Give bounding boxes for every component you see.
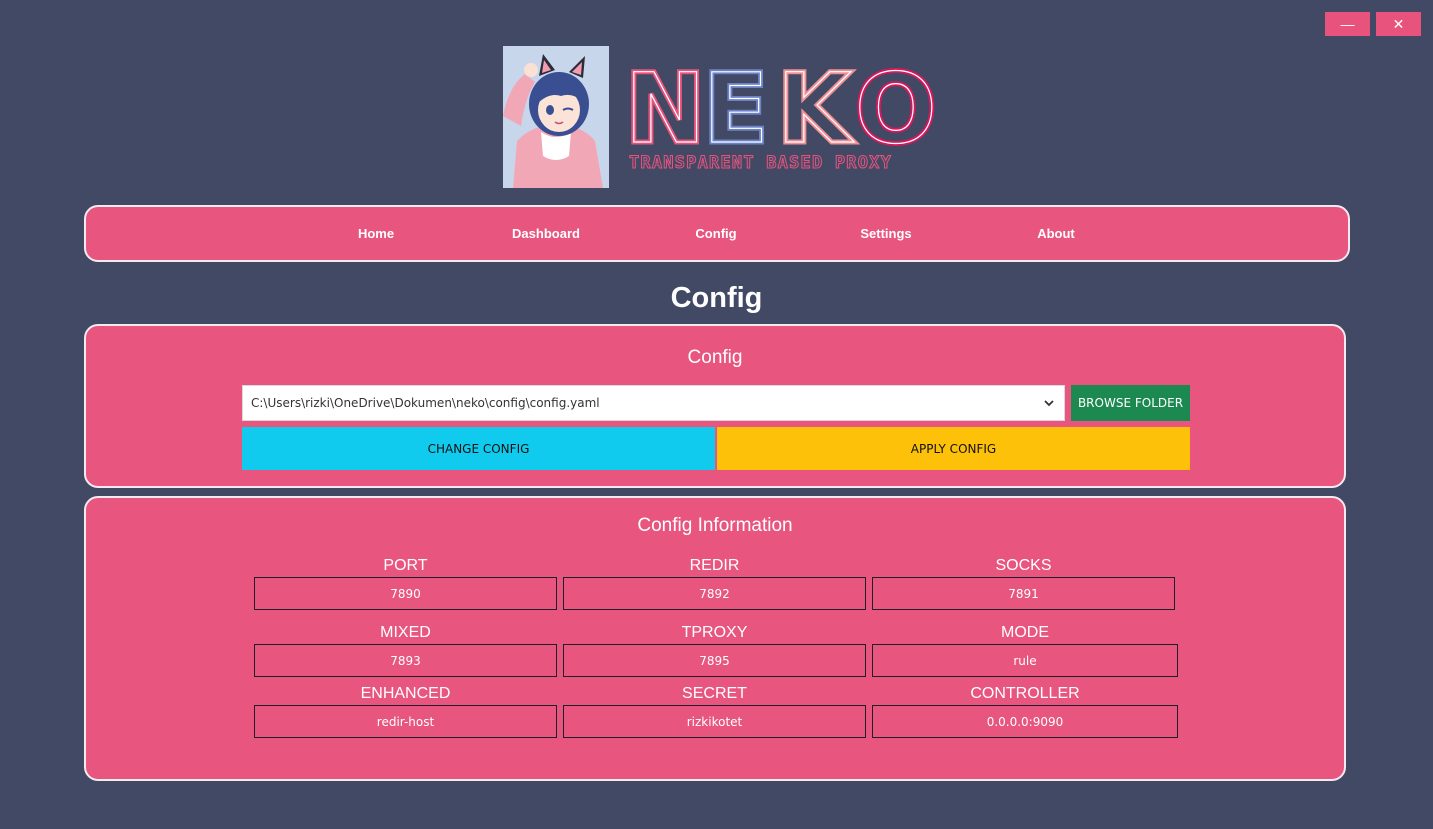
config-path-select[interactable]: C:\Users\rizki\OneDrive\Dokumen\neko\con… (242, 385, 1065, 421)
svg-text:O: O (855, 56, 937, 165)
field-value-mode: rule (872, 644, 1178, 677)
field-label-secret: SECRET (682, 685, 747, 702)
svg-text:N: N (625, 56, 705, 165)
nav-item-about[interactable]: About (996, 207, 1116, 260)
minimize-icon: — (1340, 16, 1355, 32)
mascot-illustration (503, 46, 609, 188)
chevron-down-icon (1042, 396, 1056, 410)
nav-item-config[interactable]: Config (656, 207, 776, 260)
field-value-redir: 7892 (563, 577, 866, 610)
field-value-secret: rizkikotet (563, 705, 866, 738)
nav-item-home[interactable]: Home (316, 207, 436, 260)
nav-item-settings[interactable]: Settings (826, 207, 946, 260)
minimize-button[interactable]: — (1325, 12, 1370, 36)
config-info-panel: Config Information PORT 7890 REDIR 7892 … (84, 496, 1346, 781)
field-label-enhanced: ENHANCED (360, 685, 451, 702)
neko-wordmark: N E K O N E K O TRANSPARENT BASED PROXY (623, 51, 955, 186)
field-label-port: PORT (383, 557, 428, 574)
close-icon: ✕ (1392, 15, 1405, 32)
svg-text:E: E (703, 56, 769, 165)
field-value-controller: 0.0.0.0:9090 (872, 705, 1178, 738)
page-title: Config (670, 282, 763, 314)
browse-folder-button[interactable]: BROWSE FOLDER (1071, 385, 1190, 421)
app-logo: N E K O N E K O TRANSPARENT BASED PROXY (487, 26, 957, 190)
change-config-button[interactable]: CHANGE CONFIG (242, 427, 715, 470)
field-label-controller: CONTROLLER (970, 685, 1080, 702)
field-label-socks: SOCKS (995, 557, 1052, 574)
field-value-port: 7890 (254, 577, 557, 610)
field-value-socks: 7891 (872, 577, 1175, 610)
app-window: — ✕ N E K O N E K O TRANSPARENT BASED PR… (0, 0, 1433, 829)
config-panel-heading: Config (687, 347, 743, 368)
field-label-redir: REDIR (689, 557, 740, 574)
svg-text:K: K (777, 56, 855, 165)
field-value-enhanced: redir-host (254, 705, 557, 738)
close-button[interactable]: ✕ (1376, 12, 1421, 36)
nav-item-dashboard[interactable]: Dashboard (486, 207, 606, 260)
field-label-mixed: MIXED (380, 624, 431, 641)
field-label-mode: MODE (1001, 624, 1049, 641)
apply-config-button[interactable]: APPLY CONFIG (717, 427, 1190, 470)
config-panel: Config C:\Users\rizki\OneDrive\Dokumen\n… (84, 324, 1346, 488)
main-nav: Home Dashboard Config Settings About (84, 205, 1350, 262)
config-path-value: C:\Users\rizki\OneDrive\Dokumen\neko\con… (251, 396, 600, 410)
field-label-tproxy: TPROXY (681, 624, 748, 641)
config-info-heading: Config Information (637, 515, 793, 536)
field-value-mixed: 7893 (254, 644, 557, 677)
field-value-tproxy: 7895 (563, 644, 866, 677)
logo-tagline: TRANSPARENT BASED PROXY (629, 153, 892, 173)
